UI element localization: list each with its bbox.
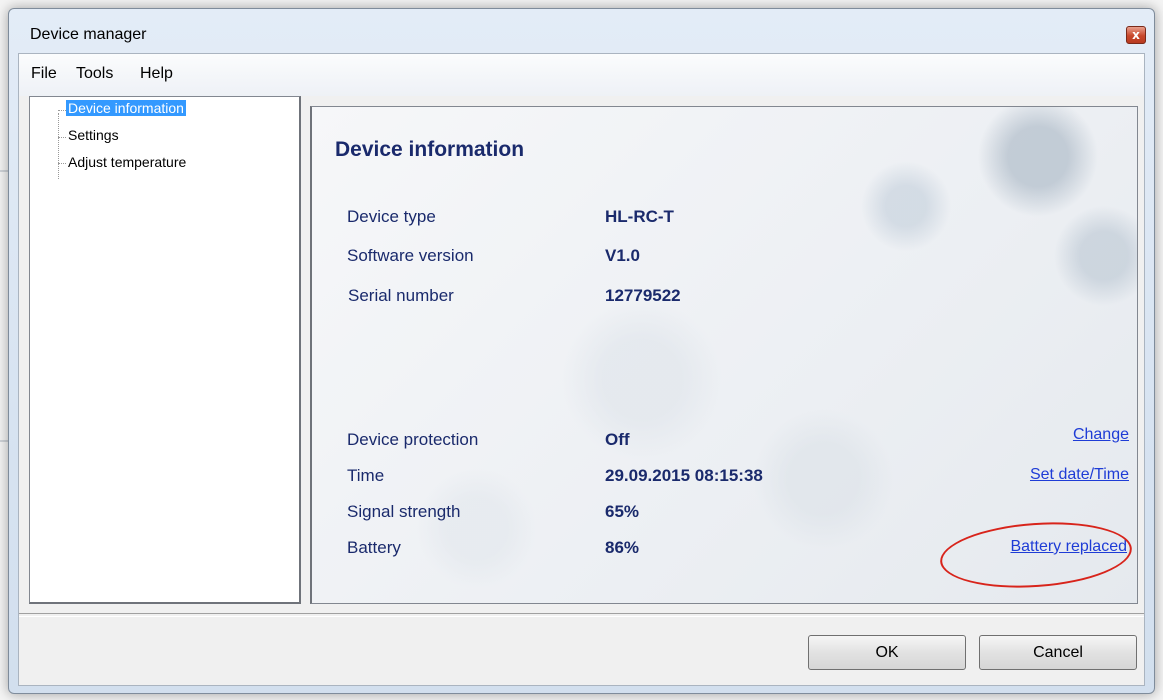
client-area: File Tools Help Device information Setti… (18, 53, 1145, 686)
close-button[interactable]: x (1126, 26, 1146, 44)
ok-button[interactable]: OK (808, 635, 966, 670)
device-protection-label: Device protection (347, 430, 479, 449)
set-date-time-link[interactable]: Set date/Time (1030, 466, 1129, 484)
tree-connector (58, 110, 66, 111)
background-line (0, 170, 8, 172)
serial-number-value: 12779522 (605, 286, 681, 305)
menu-file[interactable]: File (31, 65, 57, 83)
tree-connector (58, 137, 66, 138)
tree-item-adjust-temperature[interactable]: Adjust temperature (68, 154, 186, 170)
navigation-tree: Device information Settings Adjust tempe… (29, 96, 301, 604)
tree-connector (58, 113, 59, 179)
device-type-label: Device type (347, 207, 436, 226)
menu-tools[interactable]: Tools (76, 65, 113, 83)
battery-value: 86% (605, 538, 640, 557)
tree-item-device-information[interactable]: Device information (66, 100, 186, 116)
software-version-value: V1.0 (605, 246, 640, 265)
window-title: Device manager (30, 26, 147, 43)
tree-item-settings[interactable]: Settings (68, 127, 119, 143)
highlight-ellipse (938, 516, 1134, 594)
menu-bar: File Tools Help (19, 54, 1144, 96)
background-line (0, 440, 8, 442)
panel-heading: Device information (335, 138, 525, 161)
cancel-button[interactable]: Cancel (979, 635, 1137, 670)
signal-strength-value: 65% (605, 502, 640, 521)
device-information-panel: Device information Device type HL-RC-T S… (310, 106, 1138, 604)
serial-number-label: Serial number (348, 286, 454, 305)
footer-divider (19, 613, 1144, 617)
time-label: Time (347, 466, 385, 485)
device-type-value: HL-RC-T (605, 207, 674, 226)
device-manager-window: Device manager x File Tools Help Device … (8, 8, 1155, 694)
menu-help[interactable]: Help (140, 65, 173, 83)
title-bar[interactable]: Device manager x (9, 9, 1154, 53)
signal-strength-label: Signal strength (347, 502, 461, 521)
change-link[interactable]: Change (1073, 426, 1129, 444)
tree-connector (58, 163, 66, 164)
device-protection-value: Off (605, 430, 630, 449)
software-version-label: Software version (347, 246, 474, 265)
time-value: 29.09.2015 08:15:38 (605, 466, 763, 485)
close-icon: x (1132, 28, 1140, 42)
battery-label: Battery (347, 538, 401, 557)
